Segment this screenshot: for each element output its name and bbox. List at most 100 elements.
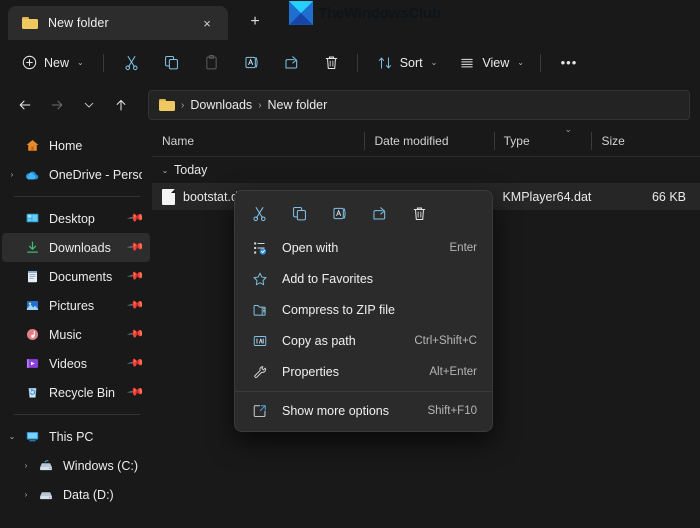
chevron-right-icon[interactable]: › (16, 490, 36, 499)
column-header-name[interactable]: Name (152, 125, 364, 157)
pin-icon[interactable]: 📌 (126, 297, 144, 314)
arrow-up-icon (113, 97, 129, 113)
desktop-icon (22, 211, 42, 226)
new-button[interactable]: New ⌄ (12, 47, 94, 79)
sidebar-item-recycle-bin[interactable]: Recycle Bin 📌 (2, 378, 150, 407)
pictures-icon (22, 298, 42, 313)
column-header-date-modified[interactable]: ⌄ Date modified (364, 125, 493, 157)
sidebar-item-windows-c[interactable]: › Windows (C:) (2, 451, 150, 480)
cut-button[interactable] (113, 47, 151, 79)
column-header-type[interactable]: Type (494, 125, 592, 157)
breadcrumb[interactable]: › Downloads › New folder (148, 90, 690, 120)
group-header-today[interactable]: ⌄ Today (152, 157, 700, 183)
chevron-right-icon[interactable]: › (16, 461, 36, 470)
up-button[interactable] (106, 90, 136, 120)
group-header-label: Today (174, 163, 207, 177)
toolbar-divider-1 (103, 54, 104, 72)
pin-icon[interactable]: 📌 (126, 268, 144, 285)
chevron-down-icon: ⌄ (431, 58, 438, 67)
paste-icon (203, 54, 220, 71)
sidebar-item-label: Data (D:) (63, 488, 142, 502)
pin-icon[interactable]: 📌 (126, 355, 144, 372)
trash-icon (411, 205, 428, 222)
sidebar-item-label: Documents (49, 270, 128, 284)
recent-locations-button[interactable] (74, 90, 104, 120)
sidebar-item-onedrive[interactable]: › OneDrive - Persona (2, 160, 150, 189)
pin-icon[interactable]: 📌 (126, 239, 144, 256)
file-explorer-window: New folder × + TheWindowsClub New ⌄ (0, 0, 700, 528)
sidebar-item-data-d[interactable]: › Data (D:) (2, 480, 150, 509)
pin-icon[interactable]: 📌 (126, 210, 144, 227)
chevron-down-icon: ⌄ (517, 58, 524, 67)
sidebar-item-music[interactable]: Music 📌 (2, 320, 150, 349)
plus-circle-icon (22, 55, 37, 70)
file-size-cell: 66 KB (591, 190, 700, 204)
sidebar-item-home[interactable]: Home (2, 131, 150, 160)
context-delete-button[interactable] (401, 198, 437, 228)
context-item-properties[interactable]: Properties Alt+Enter (238, 357, 489, 387)
context-item-label: Open with (282, 241, 440, 255)
rename-icon (243, 54, 260, 71)
sidebar-item-videos[interactable]: Videos 📌 (2, 349, 150, 378)
context-share-button[interactable] (361, 198, 397, 228)
pin-icon[interactable]: 📌 (126, 326, 144, 343)
arrow-left-icon (17, 97, 33, 113)
breadcrumb-item-downloads[interactable]: Downloads (190, 98, 252, 112)
forward-button[interactable] (42, 90, 72, 120)
see-more-button[interactable]: ••• (550, 47, 588, 79)
context-item-label: Show more options (282, 404, 417, 418)
onedrive-cloud-icon (22, 167, 42, 183)
toolbar-divider-2 (357, 54, 358, 72)
sort-icon (377, 55, 393, 71)
sidebar-item-label: Videos (49, 357, 128, 371)
chevron-down-icon[interactable]: ⌄ (156, 166, 174, 175)
view-button[interactable]: View ⌄ (449, 47, 534, 79)
properties-icon (250, 364, 270, 380)
new-tab-button[interactable]: + (240, 7, 270, 37)
breadcrumb-separator: › (181, 100, 184, 111)
sidebar-item-label: Music (49, 328, 128, 342)
open-with-icon (250, 240, 270, 256)
context-cut-button[interactable] (241, 198, 277, 228)
sidebar-item-pictures[interactable]: Pictures 📌 (2, 291, 150, 320)
context-item-compress-to-zip[interactable]: Compress to ZIP file (238, 295, 489, 325)
back-button[interactable] (10, 90, 40, 120)
chevron-right-icon[interactable]: › (2, 170, 22, 179)
sort-button[interactable]: Sort ⌄ (367, 47, 448, 79)
sidebar-item-label: Home (49, 139, 142, 153)
tab-new-folder[interactable]: New folder × (8, 6, 228, 40)
context-item-label: Add to Favorites (282, 272, 467, 286)
folder-icon (159, 99, 175, 112)
copy-icon (163, 54, 180, 71)
breadcrumb-item-new-folder[interactable]: New folder (268, 98, 328, 112)
rename-button[interactable] (233, 47, 271, 79)
chevron-down-icon[interactable]: ⌄ (2, 432, 22, 441)
context-copy-button[interactable] (281, 198, 317, 228)
sidebar-item-documents[interactable]: Documents 📌 (2, 262, 150, 291)
context-item-add-to-favorites[interactable]: Add to Favorites (238, 264, 489, 294)
pin-icon[interactable]: 📌 (126, 384, 144, 401)
sidebar-item-desktop[interactable]: Desktop 📌 (2, 204, 150, 233)
context-item-open-with[interactable]: Open with Enter (238, 233, 489, 263)
delete-button[interactable] (313, 47, 351, 79)
sidebar-item-this-pc[interactable]: ⌄ This PC (2, 422, 150, 451)
videos-icon (22, 356, 42, 371)
rename-icon (331, 205, 348, 222)
sidebar-item-label: Recycle Bin (49, 386, 128, 400)
file-icon (162, 189, 175, 205)
downloads-icon (22, 240, 42, 255)
paste-button (193, 47, 231, 79)
context-item-show-more-options[interactable]: Show more options Shift+F10 (238, 396, 489, 426)
sidebar-item-label: Pictures (49, 299, 128, 313)
close-icon[interactable]: × (196, 12, 218, 34)
sidebar-item-downloads[interactable]: Downloads 📌 (2, 233, 150, 262)
column-headers: Name ⌄ Date modified Type Size (152, 125, 700, 157)
copy-button[interactable] (153, 47, 191, 79)
sidebar-item-label: OneDrive - Persona (49, 168, 142, 182)
context-item-copy-as-path[interactable]: Copy as path Ctrl+Shift+C (238, 326, 489, 356)
toolbar-divider-3 (540, 54, 541, 72)
column-header-size[interactable]: Size (591, 125, 700, 157)
recycle-bin-icon (22, 385, 42, 400)
context-rename-button[interactable] (321, 198, 357, 228)
share-button[interactable] (273, 47, 311, 79)
